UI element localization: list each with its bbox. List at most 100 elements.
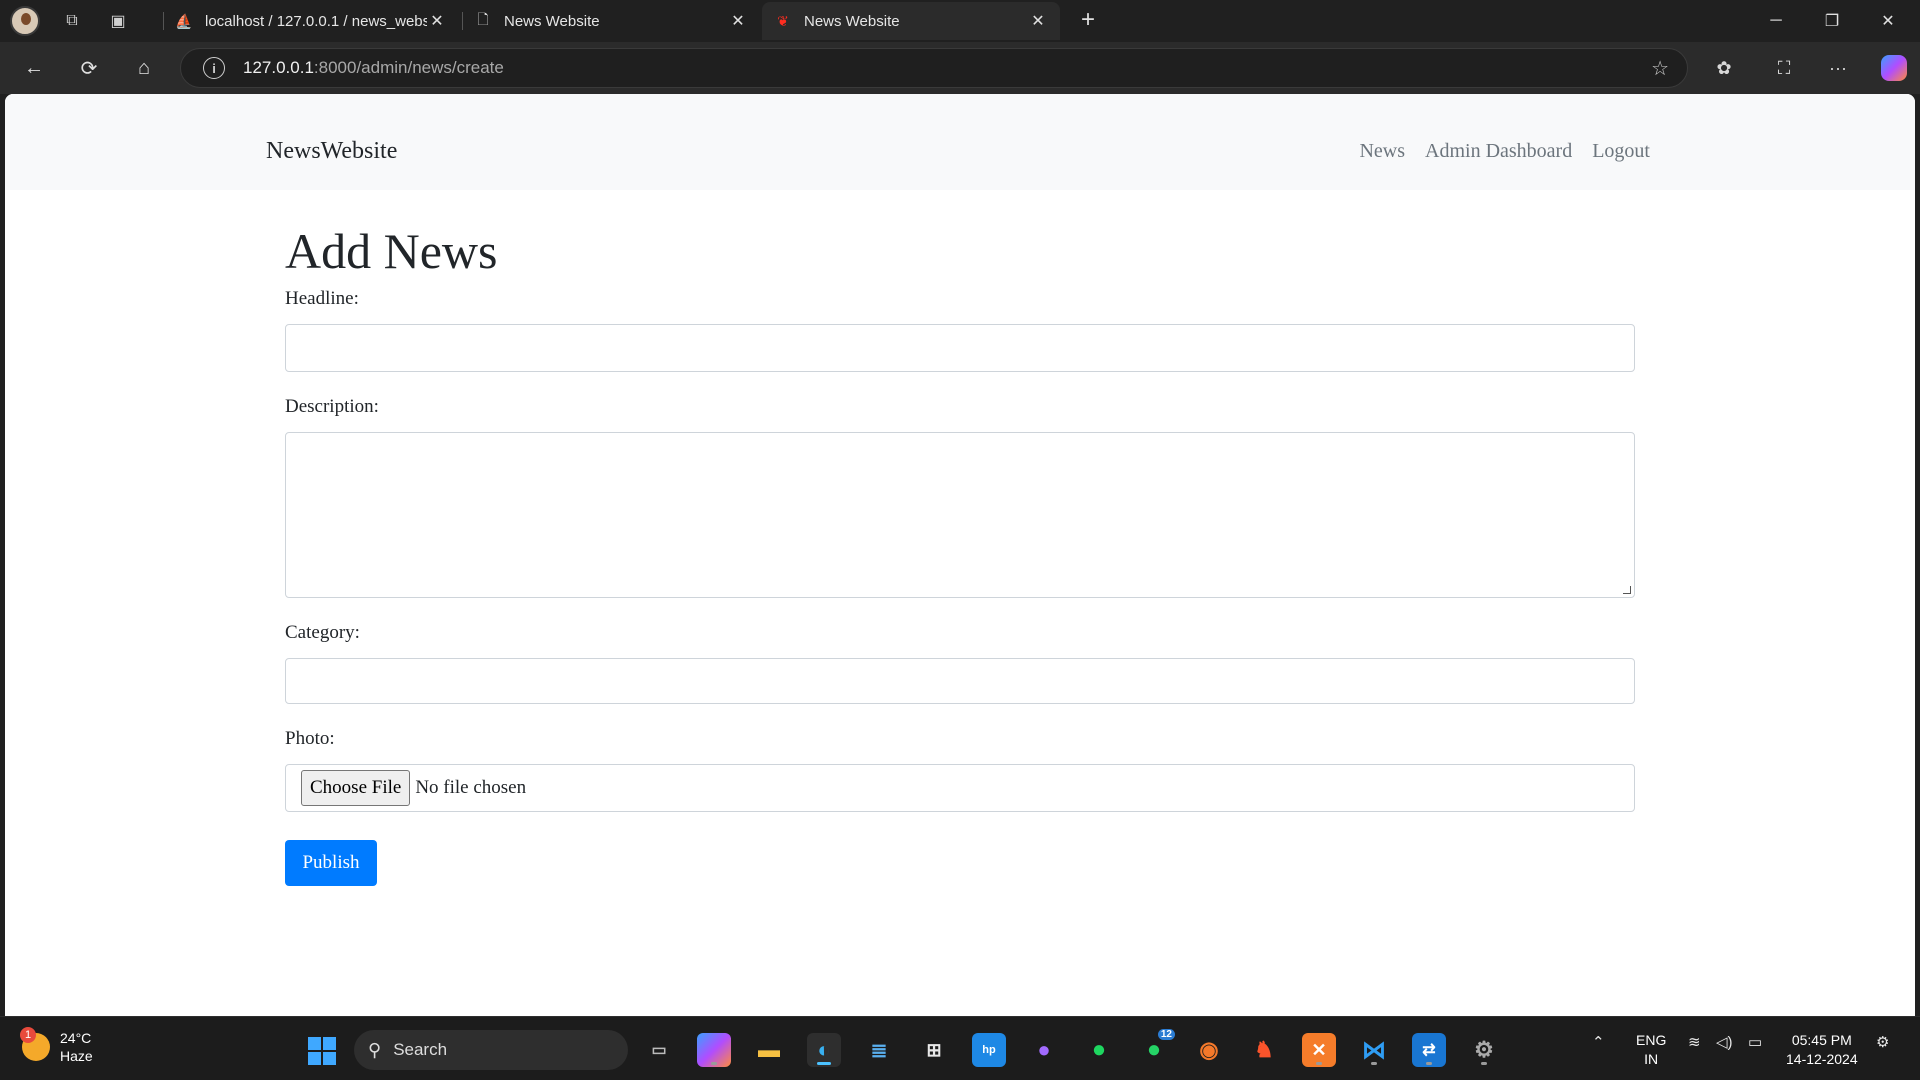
weather-icon: 1 bbox=[20, 1027, 50, 1061]
description-label: Description: bbox=[285, 396, 379, 417]
screenshot-icon[interactable]: ⛶ bbox=[1768, 52, 1800, 84]
whatsapp-badge: 12 bbox=[1157, 1029, 1175, 1040]
tab-title: News Website bbox=[504, 12, 600, 30]
browser-toolbar: ← ⟳ ⌂ i 127.0.0.1:8000/admin/news/create… bbox=[0, 42, 1920, 94]
task-view-icon[interactable]: ▭ bbox=[642, 1033, 676, 1067]
close-icon[interactable]: ✕ bbox=[427, 11, 447, 31]
refresh-button[interactable]: ⟳ bbox=[73, 52, 105, 84]
windows-taskbar: 1 24°C Haze ⚲ Search ▭ ▬ ◐ ≣ ⊞ hp ● ● ● 1… bbox=[0, 1016, 1920, 1080]
weather-condition: Haze bbox=[60, 1048, 93, 1064]
page-icon: 🗋 bbox=[477, 11, 489, 27]
vscode-icon[interactable]: ⋈ bbox=[1357, 1033, 1391, 1067]
settings-icon[interactable]: ⚙ bbox=[1467, 1033, 1501, 1067]
nav-links: News Admin Dashboard Logout bbox=[1359, 140, 1650, 163]
brave-icon[interactable]: ♞ bbox=[1247, 1033, 1281, 1067]
site-info-icon[interactable]: i bbox=[203, 57, 225, 79]
running-indicator bbox=[1481, 1062, 1487, 1065]
battery-icon[interactable]: ▭ bbox=[1748, 1033, 1762, 1051]
extensions-icon[interactable]: ✿ bbox=[1708, 52, 1740, 84]
favorite-star-icon[interactable]: ☆ bbox=[1651, 56, 1669, 81]
xampp-icon[interactable]: ✕ bbox=[1302, 1033, 1336, 1067]
tab-phpmyadmin[interactable]: ⛵ localhost / 127.0.0.1 / news_webs ✕ bbox=[163, 2, 459, 40]
description-textarea[interactable] bbox=[285, 432, 1635, 598]
search-placeholder: Search bbox=[393, 1040, 448, 1059]
publish-button[interactable]: Publish bbox=[285, 840, 377, 886]
notepad-icon[interactable]: ≣ bbox=[862, 1033, 896, 1067]
copilot-icon[interactable] bbox=[1878, 52, 1910, 84]
start-button[interactable] bbox=[308, 1037, 336, 1065]
url-text: 127.0.0.1:8000/admin/news/create bbox=[243, 58, 504, 77]
microsoft-store-icon[interactable]: ⊞ bbox=[917, 1033, 951, 1067]
profile-avatar[interactable] bbox=[10, 6, 40, 36]
wifi-icon[interactable]: ≋ bbox=[1688, 1033, 1701, 1051]
remote-app-icon[interactable]: ⇄ bbox=[1412, 1033, 1446, 1067]
running-indicator bbox=[1371, 1062, 1377, 1065]
running-indicator bbox=[711, 1062, 717, 1065]
running-indicator bbox=[1316, 1062, 1322, 1065]
messenger-icon[interactable]: ● bbox=[1027, 1033, 1061, 1067]
close-window-button[interactable]: ✕ bbox=[1860, 0, 1916, 42]
back-button[interactable]: ← bbox=[18, 52, 50, 84]
restore-button[interactable]: ❐ bbox=[1804, 0, 1860, 42]
search-icon: ⚲ bbox=[368, 1039, 382, 1060]
tab-news-website[interactable]: 🗋 News Website ✕ bbox=[462, 2, 760, 40]
close-icon[interactable]: ✕ bbox=[728, 11, 748, 31]
system-clock[interactable]: 05:45 PM 14-12-2024 bbox=[1786, 1031, 1858, 1069]
laravel-icon: ❦ bbox=[777, 12, 789, 29]
edge-browser-icon[interactable]: ◐ bbox=[807, 1033, 841, 1067]
spotify-icon[interactable]: ● bbox=[1082, 1033, 1116, 1067]
category-input[interactable] bbox=[285, 658, 1635, 704]
tabbar-left-icons: ⧉ ▣ bbox=[10, 5, 132, 37]
nav-link-news[interactable]: News bbox=[1359, 140, 1405, 163]
workspaces-icon[interactable]: ⧉ bbox=[58, 7, 86, 35]
start-tile bbox=[308, 1052, 321, 1065]
notification-icon[interactable]: ⚙ bbox=[1876, 1033, 1889, 1051]
whatsapp-icon[interactable]: ● 12 bbox=[1137, 1029, 1175, 1067]
photo-label: Photo: bbox=[285, 728, 335, 749]
clock-time: 05:45 PM bbox=[1791, 1032, 1852, 1048]
category-label: Category: bbox=[285, 622, 360, 643]
site-navbar: NewsWebsite News Admin Dashboard Logout bbox=[5, 94, 1915, 190]
blender-icon[interactable]: ◉ bbox=[1192, 1033, 1226, 1067]
tab-title: localhost / 127.0.0.1 / news_webs bbox=[205, 12, 427, 30]
vertical-tabs-icon[interactable]: ▣ bbox=[104, 7, 132, 35]
start-tile bbox=[323, 1052, 336, 1065]
page-viewport: NewsWebsite News Admin Dashboard Logout … bbox=[5, 94, 1915, 1016]
more-menu-icon[interactable]: ··· bbox=[1822, 52, 1854, 84]
new-tab-button[interactable]: + bbox=[1074, 6, 1102, 34]
start-tile bbox=[308, 1037, 321, 1050]
tab-news-website-active[interactable]: ❦ News Website ✕ bbox=[762, 2, 1060, 40]
close-icon[interactable]: ✕ bbox=[1028, 11, 1048, 31]
copilot-app-icon[interactable] bbox=[697, 1033, 731, 1067]
headline-input[interactable] bbox=[285, 324, 1635, 372]
start-tile bbox=[323, 1037, 336, 1050]
browser-tab-bar: ⧉ ▣ ⛵ localhost / 127.0.0.1 / news_webs … bbox=[0, 0, 1920, 42]
resize-grip-icon[interactable] bbox=[1623, 586, 1631, 594]
running-indicator bbox=[1426, 1062, 1432, 1065]
volume-icon[interactable]: ◁) bbox=[1716, 1033, 1733, 1051]
home-button[interactable]: ⌂ bbox=[128, 52, 160, 84]
taskbar-search[interactable]: ⚲ Search bbox=[354, 1030, 628, 1070]
region-code: IN bbox=[1644, 1051, 1659, 1067]
headline-label: Headline: bbox=[285, 288, 359, 309]
chevron-up-icon[interactable]: ⌃ bbox=[1592, 1033, 1605, 1051]
clock-date: 14-12-2024 bbox=[1786, 1051, 1858, 1067]
no-file-text: No file chosen bbox=[415, 777, 527, 798]
running-indicator bbox=[817, 1062, 831, 1065]
photo-file-input[interactable]: Choose File No file chosen bbox=[285, 764, 1635, 812]
weather-widget[interactable]: 1 24°C Haze bbox=[20, 1027, 93, 1065]
language-indicator[interactable]: ENG IN bbox=[1636, 1031, 1666, 1069]
nav-link-admin-dashboard[interactable]: Admin Dashboard bbox=[1425, 140, 1572, 163]
file-explorer-icon[interactable]: ▬ bbox=[752, 1033, 786, 1067]
tab-title: News Website bbox=[804, 12, 900, 30]
address-bar[interactable]: i 127.0.0.1:8000/admin/news/create ☆ bbox=[180, 48, 1688, 88]
site-brand[interactable]: NewsWebsite bbox=[266, 138, 397, 165]
temperature: 24°C bbox=[60, 1030, 92, 1046]
minimize-button[interactable]: ─ bbox=[1748, 0, 1804, 42]
myhp-icon[interactable]: hp bbox=[972, 1033, 1006, 1067]
nav-link-logout[interactable]: Logout bbox=[1592, 140, 1650, 163]
choose-file-button[interactable]: Choose File bbox=[301, 770, 411, 806]
phpmyadmin-icon: ⛵ bbox=[175, 12, 193, 29]
page-title: Add News bbox=[285, 223, 498, 279]
language-code: ENG bbox=[1636, 1032, 1667, 1048]
